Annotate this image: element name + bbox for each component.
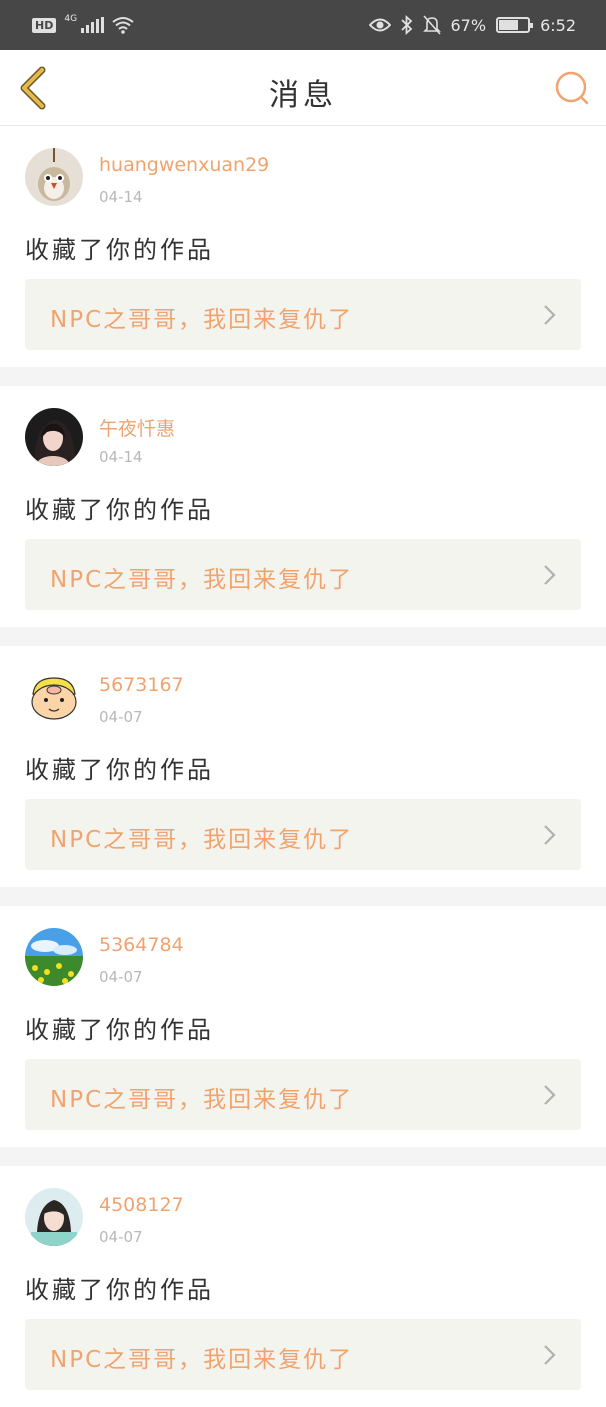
- separator: [0, 627, 606, 646]
- message-card: huangwenxuan29 04-14 收藏了你的作品 NPC之哥哥，我回来复…: [0, 126, 606, 367]
- action-text: 收藏了你的作品: [25, 1276, 214, 1304]
- message-date: 04-07: [99, 968, 143, 986]
- message-card: 4508127 04-07 收藏了你的作品 NPC之哥哥，我回来复仇了: [0, 1166, 606, 1407]
- message-date: 04-07: [99, 708, 143, 726]
- wifi-icon: [112, 17, 134, 34]
- owl-avatar[interactable]: [25, 148, 83, 206]
- battery-icon: [496, 17, 534, 33]
- page-title: 消息: [269, 78, 337, 113]
- message-card: 5673167 04-07 收藏了你的作品 NPC之哥哥，我回来复仇了: [0, 646, 606, 887]
- action-text: 收藏了你的作品: [25, 496, 214, 524]
- status-bar: HD 4G 67% 6:52: [0, 0, 606, 50]
- message-date: 04-14: [99, 188, 143, 206]
- eye-icon: [368, 18, 391, 32]
- work-link[interactable]: NPC之哥哥，我回来复仇了: [25, 799, 581, 870]
- message-date: 04-07: [99, 1228, 143, 1246]
- username[interactable]: 4508127: [99, 1194, 184, 1216]
- chevron-right-icon: [544, 1085, 556, 1105]
- separator: [0, 887, 606, 906]
- chevron-right-icon: [544, 1345, 556, 1365]
- work-link[interactable]: NPC之哥哥，我回来复仇了: [25, 1319, 581, 1390]
- pig-avatar[interactable]: [25, 668, 83, 726]
- girl-avatar[interactable]: [25, 1188, 83, 1246]
- work-link[interactable]: NPC之哥哥，我回来复仇了: [25, 279, 581, 350]
- work-title: NPC之哥哥，我回来复仇了: [50, 567, 354, 593]
- nav-bar: 消息: [0, 50, 606, 126]
- search-icon[interactable]: [552, 68, 592, 108]
- chevron-right-icon: [544, 565, 556, 585]
- bell-muted-icon: [422, 15, 441, 35]
- username[interactable]: 午夜忏惠: [99, 414, 175, 441]
- message-card: 午夜忏惠 04-14 收藏了你的作品 NPC之哥哥，我回来复仇了: [0, 386, 606, 627]
- chevron-right-icon: [544, 305, 556, 325]
- portrait-avatar[interactable]: [25, 408, 83, 466]
- separator: [0, 1147, 606, 1166]
- network-type: 4G: [64, 14, 78, 24]
- work-title: NPC之哥哥，我回来复仇了: [50, 307, 354, 333]
- flower-field-avatar[interactable]: [25, 928, 83, 986]
- work-title: NPC之哥哥，我回来复仇了: [50, 827, 354, 853]
- message-date: 04-14: [99, 448, 143, 466]
- battery-percent: 67%: [450, 15, 487, 35]
- username[interactable]: 5364784: [99, 934, 184, 956]
- chevron-right-icon: [544, 825, 556, 845]
- cell-signal-icon: [81, 17, 105, 33]
- work-title: NPC之哥哥，我回来复仇了: [50, 1087, 354, 1113]
- clock: 6:52: [540, 15, 576, 35]
- separator: [0, 367, 606, 386]
- username[interactable]: huangwenxuan29: [99, 154, 269, 176]
- action-text: 收藏了你的作品: [25, 1016, 214, 1044]
- work-title: NPC之哥哥，我回来复仇了: [50, 1347, 354, 1373]
- bluetooth-icon: [400, 15, 412, 35]
- work-link[interactable]: NPC之哥哥，我回来复仇了: [25, 539, 581, 610]
- message-list: huangwenxuan29 04-14 收藏了你的作品 NPC之哥哥，我回来复…: [0, 126, 606, 1407]
- hd-badge: HD: [32, 17, 57, 33]
- action-text: 收藏了你的作品: [25, 236, 214, 264]
- action-text: 收藏了你的作品: [25, 756, 214, 784]
- username[interactable]: 5673167: [99, 674, 184, 696]
- work-link[interactable]: NPC之哥哥，我回来复仇了: [25, 1059, 581, 1130]
- message-card: 5364784 04-07 收藏了你的作品 NPC之哥哥，我回来复仇了: [0, 906, 606, 1147]
